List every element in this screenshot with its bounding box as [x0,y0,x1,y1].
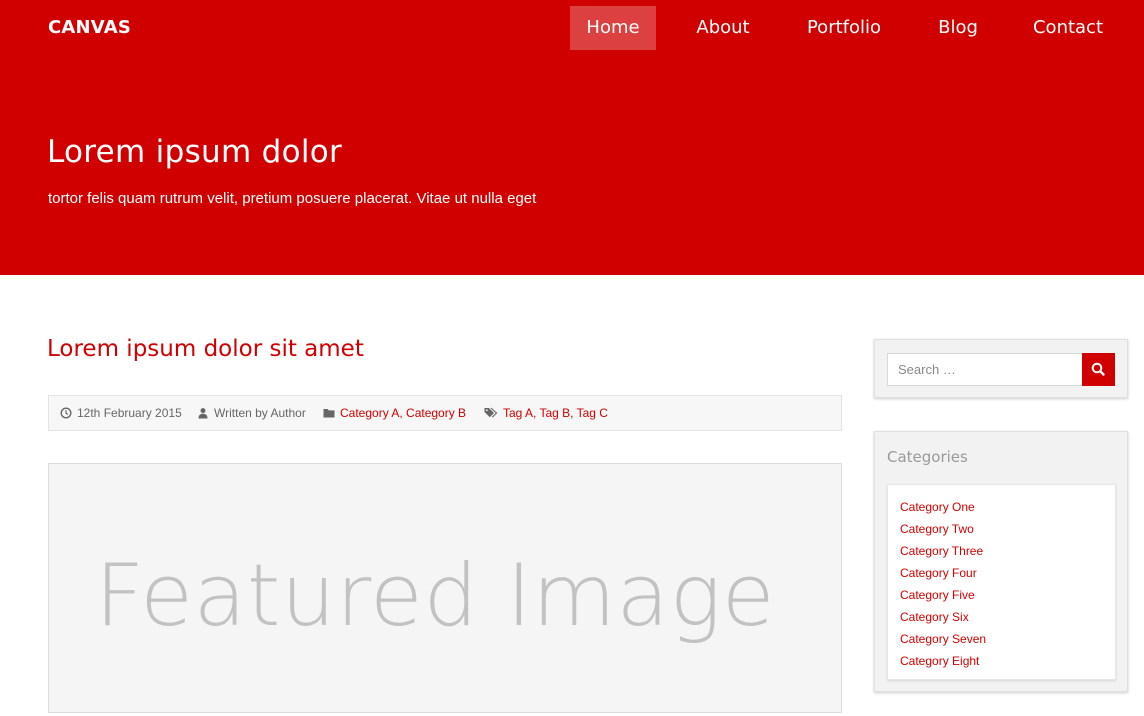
user-icon [198,408,208,419]
categories-title: Categories [887,448,968,466]
post-tags-links[interactable]: Tag A, Tag B, Tag C [503,406,608,420]
nav-item-home[interactable]: Home [570,6,656,50]
brand-logo[interactable]: CANVAS [48,17,131,38]
post-meta-bar: 12th February 2015 Written by Author Cat… [48,395,842,431]
categories-widget: Categories Category One Category Two Cat… [874,431,1128,692]
post-categories-links[interactable]: Category A, Category B [340,406,466,420]
clock-icon [60,407,72,419]
nav-item-blog[interactable]: Blog [926,6,990,50]
featured-image[interactable]: Featured Image [48,463,842,713]
search-button[interactable] [1082,353,1115,386]
post-categories: Category A, Category B [323,406,466,420]
tags-icon [484,407,498,418]
post-tags: Tag A, Tag B, Tag C [484,406,608,420]
post-title[interactable]: Lorem ipsum dolor sit amet [47,336,364,362]
post-date: 12th February 2015 [60,406,182,420]
category-link[interactable]: Category Five [900,584,1115,606]
categories-list: Category One Category Two Category Three… [887,484,1116,680]
category-link[interactable]: Category Four [900,562,1115,584]
category-link[interactable]: Category Six [900,606,1115,628]
folder-icon [323,409,335,418]
category-link[interactable]: Category Two [900,518,1115,540]
nav-item-about[interactable]: About [682,6,764,50]
hero-header: CANVAS Home About Portfolio Blog Contact… [0,0,1144,275]
category-link[interactable]: Category Seven [900,628,1115,650]
nav-item-contact[interactable]: Contact [1024,6,1112,50]
search-icon [1091,362,1105,376]
post-author-text: Written by Author [214,406,306,420]
featured-image-placeholder-text: Featured Image [94,546,776,646]
post-date-text: 12th February 2015 [77,406,182,420]
page-subtitle: tortor felis quam rutrum velit, pretium … [48,190,537,207]
post-author: Written by Author [197,406,306,420]
category-link[interactable]: Category One [900,496,1115,518]
search-widget [874,339,1128,398]
nav-item-portfolio[interactable]: Portfolio [794,6,894,50]
category-link[interactable]: Category Eight [900,650,1115,672]
search-input[interactable] [887,353,1083,386]
page-title: Lorem ipsum dolor [47,134,343,170]
category-link[interactable]: Category Three [900,540,1115,562]
